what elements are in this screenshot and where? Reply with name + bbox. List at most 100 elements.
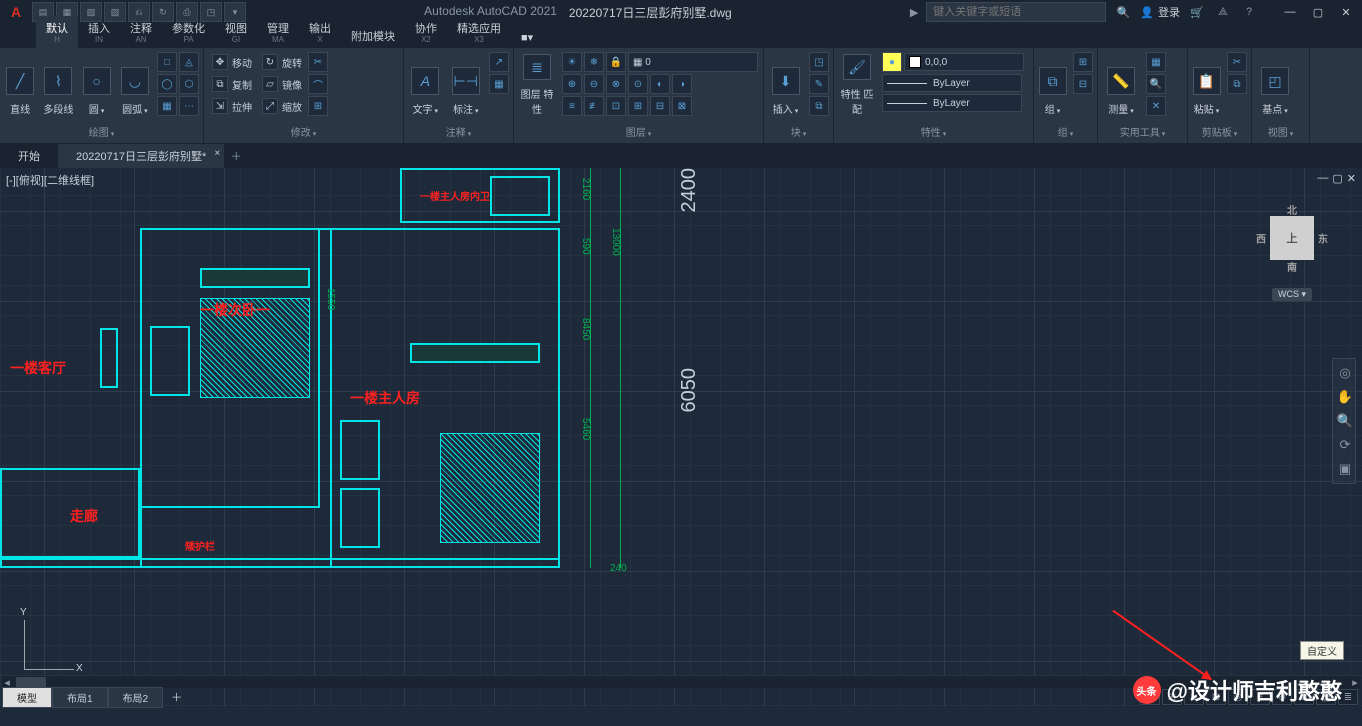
pan-icon[interactable]: ✋ [1335,387,1355,407]
layer-btn[interactable]: ⊖ [584,74,604,94]
layer-btn[interactable]: ⊗ [606,74,626,94]
minimize-button[interactable]: — [1278,2,1302,22]
color-btn[interactable]: ● [882,52,902,72]
tab-output[interactable]: 输出X [299,16,341,48]
search-input[interactable] [926,2,1106,22]
tab-default[interactable]: 默认H [36,16,78,48]
trim-button[interactable]: ✂ [308,52,328,72]
fillet-button[interactable]: ⌒ [308,74,328,94]
zoom-icon[interactable]: 🔍 [1335,411,1355,431]
panel-title[interactable]: 组 [1036,122,1095,141]
tab-more[interactable]: ■▾ [511,27,543,48]
layer-btn[interactable]: ⊡ [606,96,626,116]
tab-annotate[interactable]: 注释AN [120,16,162,48]
steering-wheel-icon[interactable]: ◎ [1335,363,1355,383]
panel-title[interactable]: 实用工具 [1100,122,1185,141]
scale-button[interactable]: ⤢缩放 [258,96,306,116]
panel-title[interactable]: 绘图 [2,122,201,141]
tab-addin[interactable]: 附加模块 [341,24,405,48]
copy-button[interactable]: ⧉复制 [208,74,256,94]
block-btn[interactable]: ✎ [809,74,829,94]
panel-title[interactable]: 图层 [516,122,761,141]
leader-button[interactable]: ↗ [489,52,509,72]
draw-small[interactable]: ◬ [179,52,199,72]
table-button[interactable]: ▦ [489,74,509,94]
linetype-dropdown[interactable]: ByLayer [882,94,1022,112]
layer-btn[interactable]: ≢ [584,96,604,116]
layer-btn[interactable]: ☀ [562,52,582,72]
layer-props-button[interactable]: ≣图层 特性 [516,50,558,120]
clip-btn[interactable]: ✂ [1227,52,1247,72]
layer-btn[interactable]: ❄ [584,52,604,72]
draw-small[interactable]: □ [157,52,177,72]
showmotion-icon[interactable]: ▣ [1335,459,1355,479]
draw-small[interactable]: ⬡ [179,74,199,94]
block-btn[interactable]: ◳ [809,52,829,72]
layout1-tab[interactable]: 布局1 [52,687,108,708]
layer-btn[interactable]: ⊕ [562,74,582,94]
viewport-label[interactable]: [-][俯视][二维线框] [6,172,94,188]
measure-button[interactable]: 📏测量 [1100,50,1142,120]
layer-btn[interactable]: ⊞ [628,96,648,116]
array-button[interactable]: ⊞ [308,96,328,116]
close-button[interactable]: ✕ [1334,2,1358,22]
layer-btn[interactable]: ◑ [672,74,692,94]
viewcube-top[interactable]: 上 北 南 西 东 [1270,216,1314,260]
file-tab-start[interactable]: 开始 [0,144,58,168]
layer-btn[interactable]: ⊟ [650,96,670,116]
vp-min[interactable]: — [1317,172,1328,185]
panel-title[interactable]: 视图 [1254,122,1307,141]
tab-parametric[interactable]: 参数化PA [162,16,215,48]
orbit-icon[interactable]: ⟳ [1335,435,1355,455]
draw-small[interactable]: ◯ [157,74,177,94]
tab-manage[interactable]: 管理MA [257,16,299,48]
drawing-area[interactable]: [-][俯视][二维线框] — ▢ ✕ [0,168,1362,706]
group-button[interactable]: ⧉组 [1036,50,1069,120]
file-tab-doc[interactable]: 20220717日三层彭府别墅*× [58,144,224,168]
panel-title[interactable]: 特性 [836,122,1031,141]
tab-featured[interactable]: 精选应用X3 [447,16,511,48]
vp-max[interactable]: ▢ [1332,172,1342,185]
text-button[interactable]: A文字 [406,50,445,120]
layer-btn[interactable]: 🔒 [606,52,626,72]
layer-btn[interactable]: ◐ [650,74,670,94]
stretch-button[interactable]: ⇲拉伸 [208,96,256,116]
app-logo[interactable]: A [4,0,28,24]
move-button[interactable]: ✥移动 [208,52,256,72]
insert-button[interactable]: ⬇插入 [766,50,805,120]
panel-title[interactable]: 注释 [406,122,511,141]
tab-insert[interactable]: 插入IN [78,16,120,48]
maximize-button[interactable]: ▢ [1306,2,1330,22]
cart-icon[interactable]: 🛒 [1188,3,1206,21]
panel-title[interactable]: 剪贴板 [1190,122,1249,141]
canvas[interactable]: 一楼客厅 一楼次卧一 一楼主人房 一楼主人房内卫 走廊 矮护栏 2160 590… [0,168,1362,706]
color-dropdown[interactable]: 0,0,0 [904,53,1024,71]
rotate-button[interactable]: ↻旋转 [258,52,306,72]
paste-button[interactable]: 📋粘贴 [1190,50,1223,120]
polyline-button[interactable]: ⌇多段线 [40,50,76,120]
panel-title[interactable]: 块 [766,122,831,141]
layer-btn[interactable]: ≡ [562,96,582,116]
group-btn[interactable]: ⊞ [1073,52,1093,72]
layout2-tab[interactable]: 布局2 [108,687,164,708]
base-button[interactable]: ◰基点 [1254,50,1296,120]
help-icon[interactable]: ? [1240,3,1258,21]
add-tab-button[interactable]: ＋ [224,148,248,164]
add-layout-button[interactable]: ＋ [163,687,190,707]
layer-dropdown[interactable]: ▦ 0 [628,52,758,72]
group-btn[interactable]: ⊟ [1073,74,1093,94]
panel-title[interactable]: 修改 [206,122,401,141]
line-button[interactable]: ╱直线 [2,50,38,120]
layer-btn[interactable]: ⊙ [628,74,648,94]
util-btn[interactable]: 🔍 [1146,74,1166,94]
util-btn[interactable]: ✕ [1146,96,1166,116]
scroll-thumb[interactable] [16,677,46,687]
circle-button[interactable]: ○圆 [79,50,115,120]
clip-btn[interactable]: ⧉ [1227,74,1247,94]
search-icon[interactable]: 🔍 [1114,3,1132,21]
util-btn[interactable]: ▦ [1146,52,1166,72]
wcs-badge[interactable]: WCS ▾ [1272,288,1312,301]
vp-close[interactable]: ✕ [1347,172,1356,185]
matchprop-button[interactable]: 🖌特性 匹配 [836,50,878,120]
block-btn[interactable]: ⧉ [809,96,829,116]
